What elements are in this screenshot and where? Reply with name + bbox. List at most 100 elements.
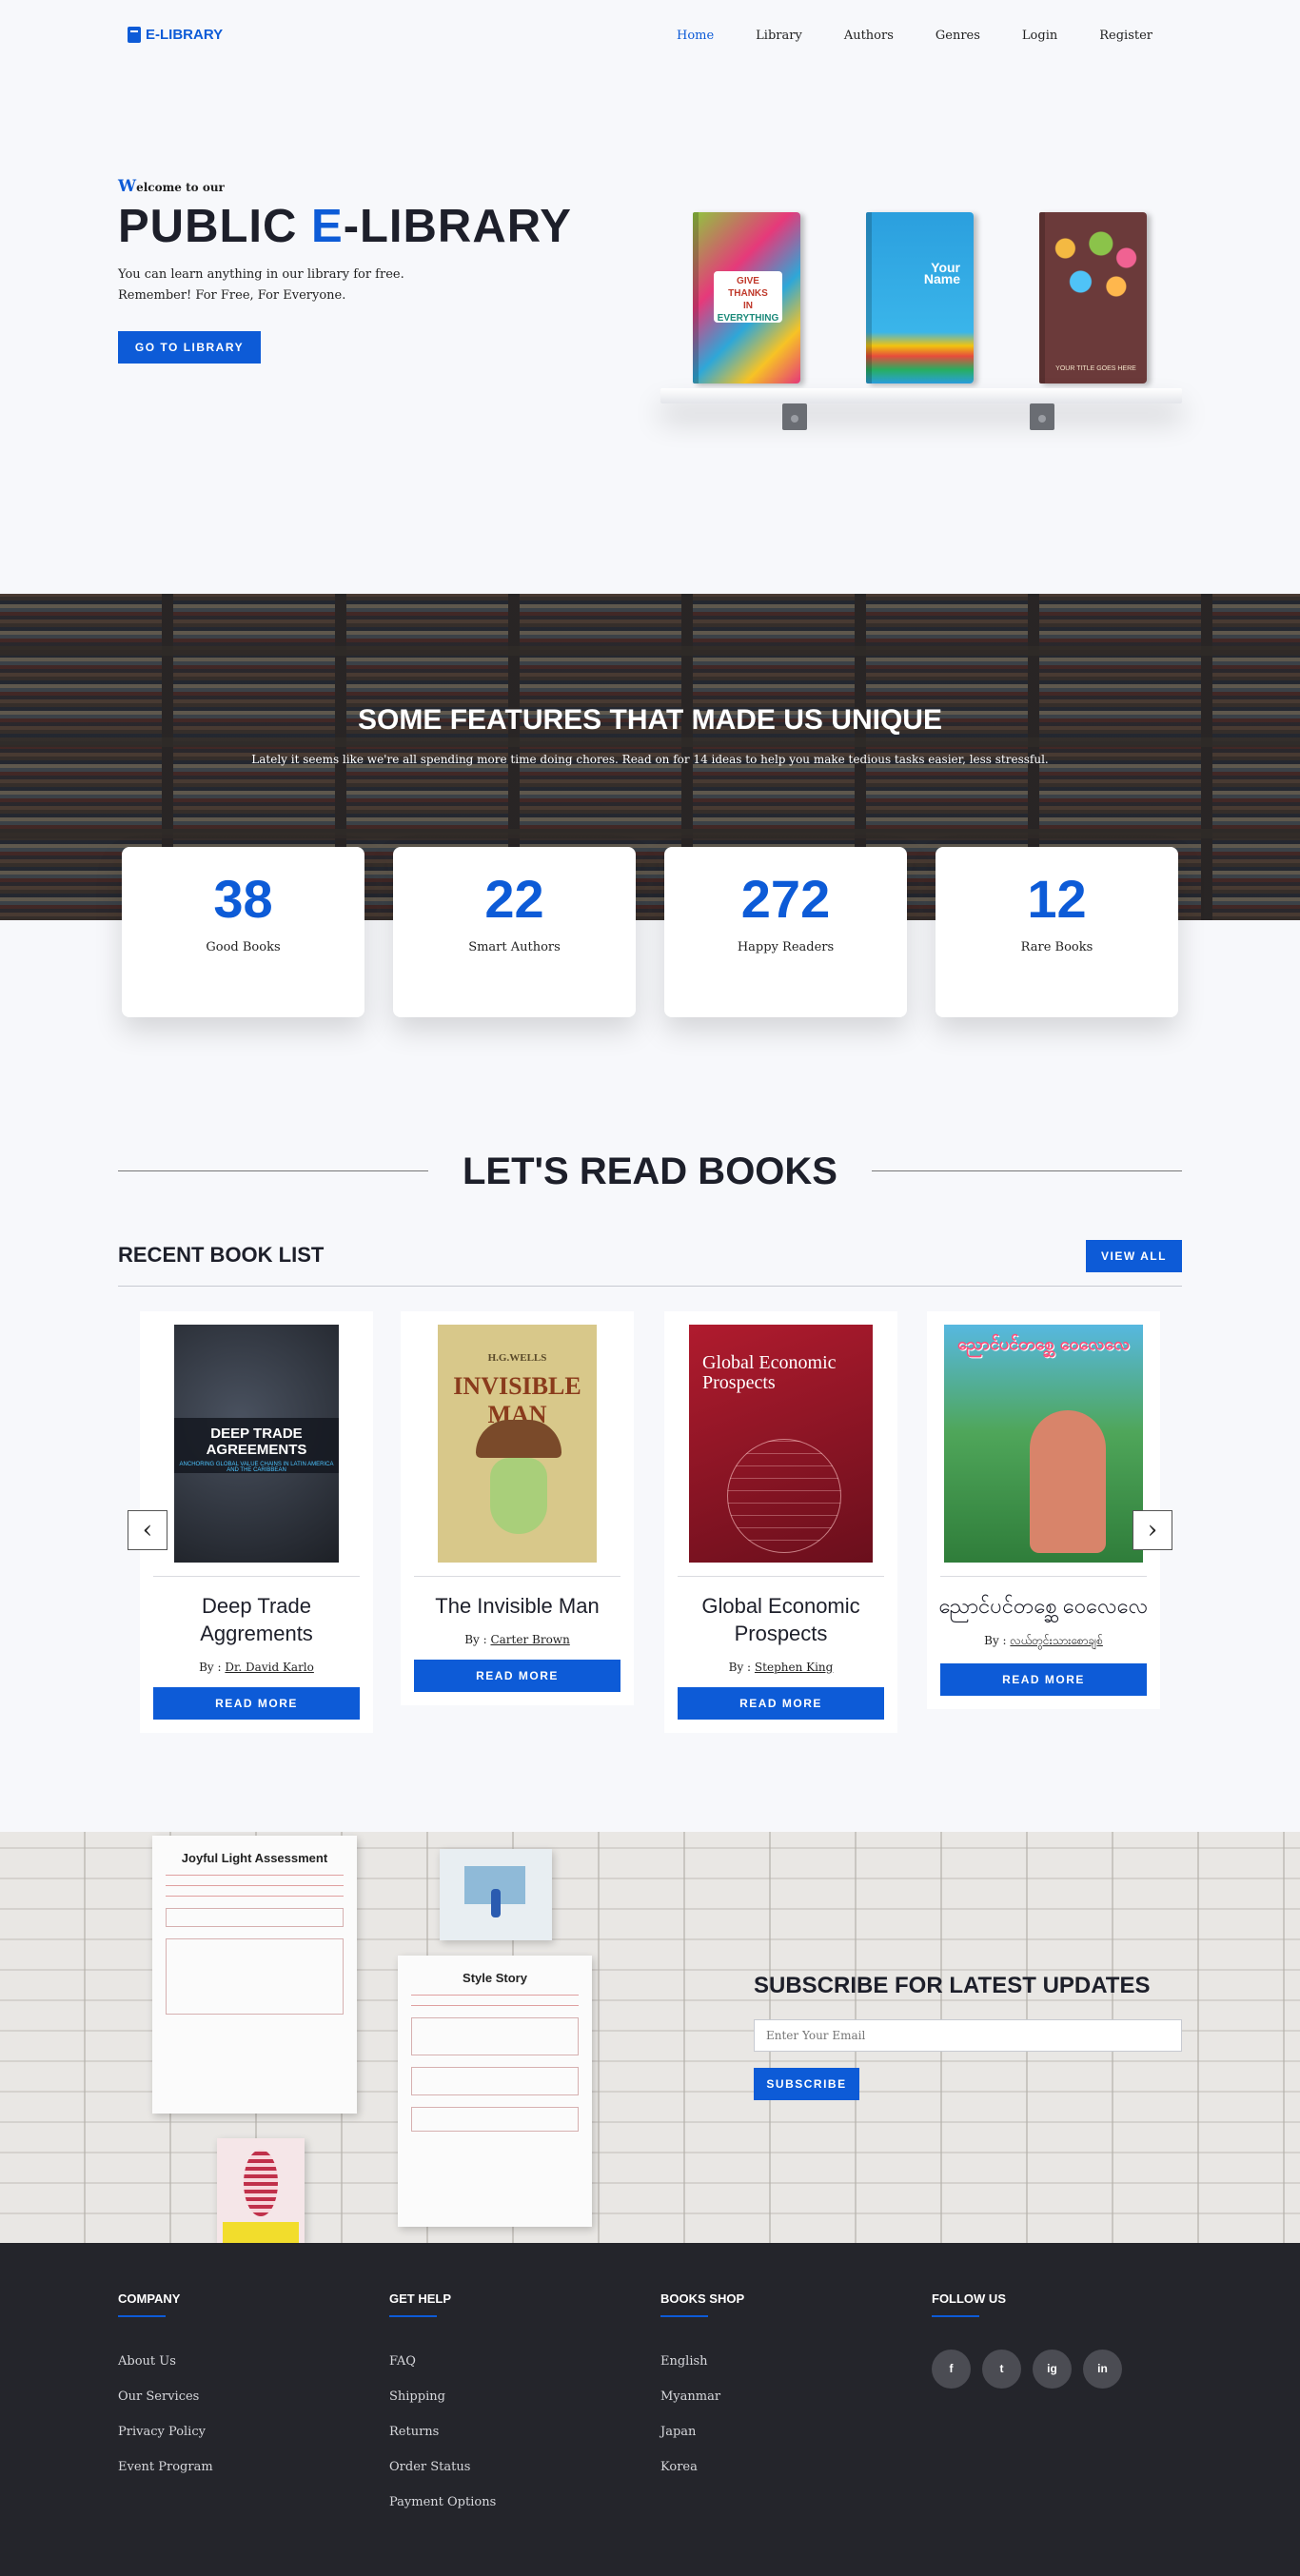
hero-title: PUBLIC E-LIBRARY <box>118 198 613 255</box>
welcome-rest: elcome to our <box>136 181 225 194</box>
book-title[interactable]: ညောင်ပင်တစ္ဆေ ဝေလေလေ <box>927 1592 1160 1620</box>
hero-line-1: You can learn anything in our library fo… <box>118 267 404 282</box>
footer-link-our-services[interactable]: Our Services <box>118 2379 213 2414</box>
main-menu: Home Library Authors Genres Login Regist… <box>635 29 1152 43</box>
go-to-library-button[interactable]: GO TO LIBRARY <box>118 331 261 364</box>
cover-title: Global Economic Prospects <box>702 1352 837 1393</box>
card-separator <box>414 1576 620 1577</box>
hero-text: Welcome to our PUBLIC E-LIBRARY You can … <box>118 177 613 306</box>
stat-card-happy-readers: 272 Happy Readers <box>664 847 907 1017</box>
shelf-bracket-right <box>1030 403 1054 430</box>
shelf-book-2-label: Your Name <box>924 261 960 285</box>
footer-link-english[interactable]: English <box>660 2344 744 2379</box>
hero-title-part2: -LIBRARY <box>343 201 572 252</box>
footer-link-about-us[interactable]: About Us <box>118 2344 213 2379</box>
shelf-book-1-l4: EVERYTHING <box>717 313 779 324</box>
stat-number: 38 <box>213 869 273 929</box>
shelf-book-3-label: YOUR TITLE GOES HERE <box>1055 365 1136 372</box>
instagram-icon[interactable]: ig <box>1033 2350 1072 2389</box>
twitter-icon[interactable]: t <box>982 2350 1021 2389</box>
stat-number: 22 <box>484 869 544 929</box>
footer-link-faq[interactable]: FAQ <box>389 2344 496 2379</box>
stat-number: 272 <box>740 869 831 929</box>
book-card[interactable]: Global Economic Prospects Global Economi… <box>664 1311 897 1733</box>
hands-illustration <box>1045 220 1147 315</box>
author-link[interactable]: Stephen King <box>755 1661 833 1674</box>
card-separator <box>678 1576 884 1577</box>
by-label: By : <box>984 1634 1011 1647</box>
footer-link-event-program[interactable]: Event Program <box>118 2449 213 2485</box>
hero-title-part1: PUBLIC <box>118 201 311 252</box>
book-author: By : Carter Brown <box>401 1633 634 1646</box>
book-icon <box>128 27 141 43</box>
author-link[interactable]: လယ်တွင်းသားစောချစ် <box>1010 1634 1102 1647</box>
photo-card-illustration <box>440 1849 552 1940</box>
footer-link-myanmar[interactable]: Myanmar <box>660 2379 744 2414</box>
nav-login[interactable]: Login <box>1022 29 1057 43</box>
book-cover[interactable]: H.G.WELLS INVISIBLE MAN <box>438 1325 597 1563</box>
footer-link-shipping[interactable]: Shipping <box>389 2379 496 2414</box>
features-title: SOME FEATURES THAT MADE US UNIQUE <box>358 704 942 736</box>
shelf-book-1: GIVE THANKS IN EVERYTHING <box>693 212 800 383</box>
nav-library[interactable]: Library <box>756 29 802 43</box>
title-underline <box>118 2315 166 2317</box>
nav-authors[interactable]: Authors <box>844 29 894 43</box>
book-cover[interactable]: Global Economic Prospects <box>689 1325 873 1563</box>
carousel-prev-arrow-icon[interactable]: ‹ <box>128 1510 167 1550</box>
cover-title: ညောင်ပင်တစ္ဆေ ဝေလေလေ <box>957 1334 1130 1354</box>
subscribe-button[interactable]: SUBSCRIBE <box>754 2068 859 2100</box>
site-logo[interactable]: E-LIBRARY <box>128 27 223 43</box>
read-more-button[interactable]: READ MORE <box>940 1663 1147 1696</box>
book-cover[interactable]: DEEP TRADE AGREEMENTS ANCHORING GLOBAL VA… <box>174 1325 339 1563</box>
footer-shop-column: BOOKS SHOP English Myanmar Japan Korea <box>660 2291 744 2485</box>
author-link[interactable]: Carter Brown <box>490 1633 569 1646</box>
footer-help-column: GET HELP FAQ Shipping Returns Order Stat… <box>389 2291 496 2520</box>
style-story-paper-illustration: Style Story <box>398 1956 592 2227</box>
title-underline <box>660 2315 708 2317</box>
assessment-paper-illustration: Joyful Light Assessment <box>152 1836 357 2114</box>
subscribe-title: SUBSCRIBE FOR LATEST UPDATES <box>754 1973 1151 1998</box>
card-separator <box>153 1576 360 1577</box>
carousel-next-arrow-icon[interactable]: › <box>1133 1510 1172 1550</box>
book-card[interactable]: DEEP TRADE AGREEMENTS ANCHORING GLOBAL VA… <box>140 1311 373 1733</box>
book-cover[interactable]: ညောင်ပင်တစ္ဆေ ဝေလေလေ <box>944 1325 1143 1563</box>
nav-home[interactable]: Home <box>677 29 714 43</box>
stat-number: 12 <box>1027 869 1087 929</box>
stat-card-rare-books: 12 Rare Books <box>936 847 1178 1017</box>
stat-card-good-books: 38 Good Books <box>122 847 364 1017</box>
book-title[interactable]: Global Economic Prospects <box>664 1592 897 1647</box>
stat-label: Good Books <box>206 940 281 954</box>
welcome-initial: W <box>118 177 137 196</box>
footer-link-order-status[interactable]: Order Status <box>389 2449 496 2485</box>
nav-genres[interactable]: Genres <box>936 29 980 43</box>
shelf-board <box>660 388 1182 403</box>
email-field[interactable] <box>754 2019 1182 2052</box>
recent-divider <box>118 1286 1182 1287</box>
cover-girl-illustration <box>1030 1410 1106 1553</box>
footer-follow-column: FOLLOW US f t ig in <box>932 2291 1122 2389</box>
read-more-button[interactable]: READ MORE <box>153 1687 360 1720</box>
read-more-button[interactable]: READ MORE <box>414 1660 620 1692</box>
facebook-icon[interactable]: f <box>932 2350 971 2389</box>
linkedin-icon[interactable]: in <box>1083 2350 1122 2389</box>
hero-description: You can learn anything in our library fo… <box>118 265 613 306</box>
footer-link-privacy-policy[interactable]: Privacy Policy <box>118 2414 213 2449</box>
globe-icon <box>727 1439 841 1553</box>
book-title[interactable]: The Invisible Man <box>401 1592 634 1620</box>
read-more-button[interactable]: READ MORE <box>678 1687 884 1720</box>
hero-title-accent: E <box>311 201 344 252</box>
book-card[interactable]: ညောင်ပင်တစ္ဆေ ဝေလေလေ ညောင်ပင်တစ္ဆေ ဝေလေလ… <box>927 1311 1160 1709</box>
author-link[interactable]: Dr. David Karlo <box>225 1661 313 1674</box>
book-card[interactable]: H.G.WELLS INVISIBLE MAN The Invisible Man… <box>401 1311 634 1705</box>
footer-link-returns[interactable]: Returns <box>389 2414 496 2449</box>
welcome-text: Welcome to our <box>118 177 613 196</box>
logo-text: E-LIBRARY <box>146 27 224 43</box>
view-all-button[interactable]: VIEW ALL <box>1086 1240 1182 1272</box>
features-subtitle: Lately it seems like we're all spending … <box>251 753 1049 766</box>
title-underline <box>932 2315 979 2317</box>
nav-register[interactable]: Register <box>1099 29 1152 43</box>
footer-link-payment-options[interactable]: Payment Options <box>389 2485 496 2520</box>
footer-link-korea[interactable]: Korea <box>660 2449 744 2485</box>
footer-link-japan[interactable]: Japan <box>660 2414 744 2449</box>
book-title[interactable]: Deep Trade Aggrements <box>140 1592 373 1647</box>
